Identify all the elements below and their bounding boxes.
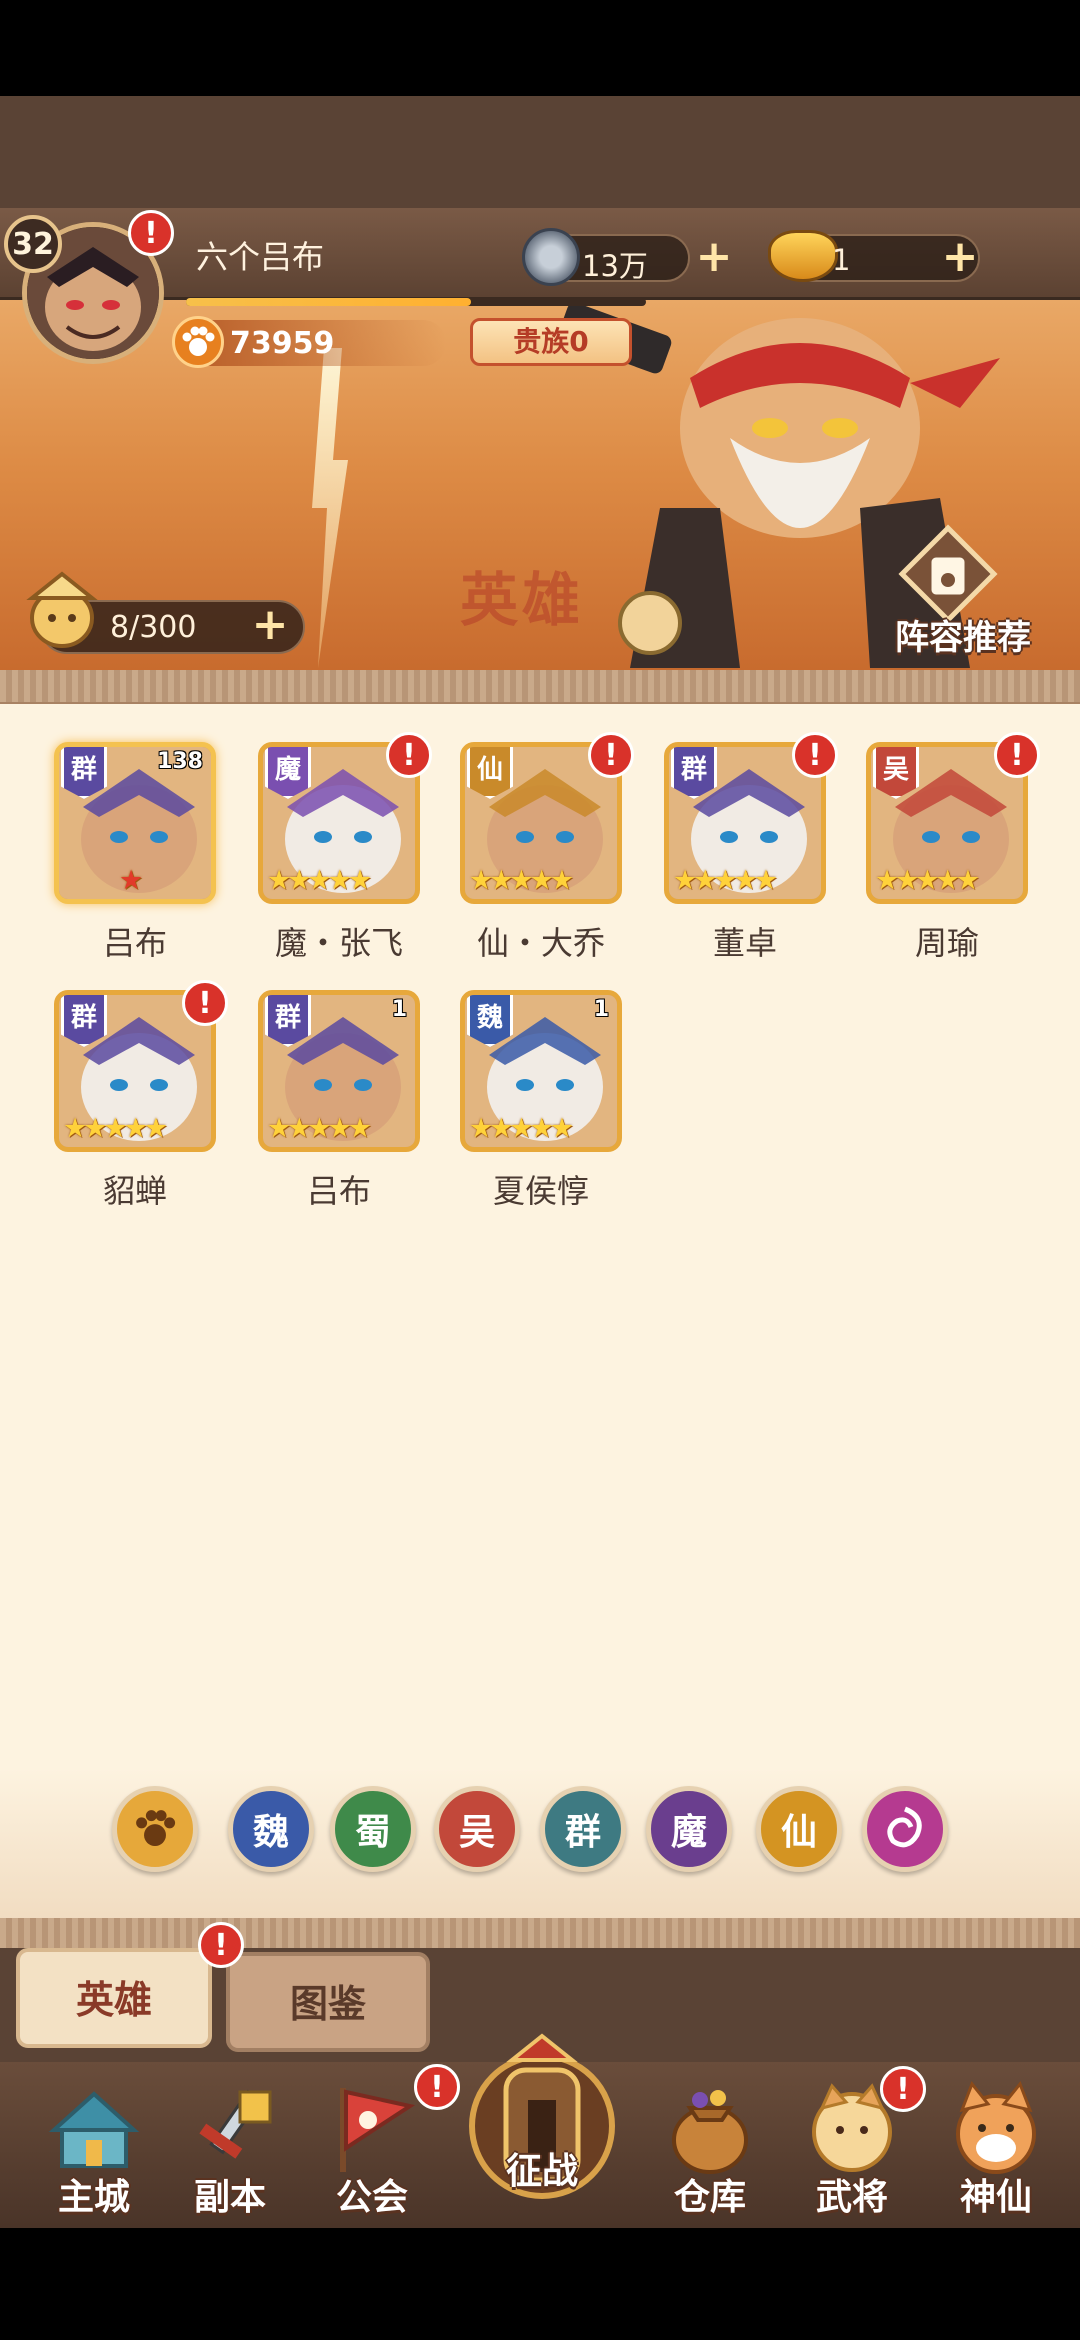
spirit-icon	[887, 1806, 922, 1848]
lineup-recommend-icon[interactable]	[898, 524, 998, 624]
power-value: 73959	[230, 326, 335, 361]
nav-warehouse-label: 仓库	[673, 2177, 746, 2218]
bottom-divider	[0, 1918, 1080, 1948]
nav-immortal[interactable]: 神仙	[926, 2072, 1066, 2222]
hero-star-rating: ★★★★★	[63, 1113, 168, 1144]
lineup-recommend-label[interactable]: 阵容推荐	[895, 610, 1031, 659]
nav-immortal-label: 神仙	[959, 2177, 1032, 2218]
nav-main-city-label: 主城	[57, 2177, 130, 2218]
hero-name: 吕布	[102, 924, 167, 962]
hero-name: 周瑜	[914, 924, 979, 962]
nav-generals-alert-icon: !	[880, 2066, 926, 2112]
hero-star-rating: ★★★★★	[469, 865, 574, 896]
hero-alert-icon: !	[386, 732, 432, 778]
hero-name: 貂蝉	[102, 1172, 167, 1210]
player-name: 六个吕布	[196, 238, 325, 276]
hero-name: 仙・大乔	[476, 924, 605, 962]
hero-card[interactable]: 群1★★★★★	[258, 990, 420, 1152]
roster-head-icon	[26, 571, 98, 648]
add-gold-button[interactable]: +	[940, 235, 980, 279]
gold-amount: 1	[832, 243, 851, 277]
hero-level: 138	[157, 749, 203, 774]
hero-star-rating: ★★★★★	[875, 865, 980, 896]
hero-name: 董卓	[712, 924, 777, 962]
filter-faction-button[interactable]: 仙	[756, 1786, 842, 1872]
top-spacer	[0, 96, 1080, 208]
hero-alert-icon: !	[994, 732, 1040, 778]
status-bar-area	[0, 0, 1080, 96]
tab-codex[interactable]: 图鉴	[226, 1952, 430, 2052]
coins-amount: 13万	[582, 249, 648, 283]
nav-guild-label: 公会	[335, 2177, 408, 2218]
coin-icon	[522, 228, 580, 286]
hero-card[interactable]: 魏 1 ★★★★★	[460, 990, 622, 1152]
hero-level: 1	[593, 997, 609, 1022]
noble-rank-button[interactable]: 贵族0	[470, 318, 632, 366]
hero-star-rating: ★★★★★	[267, 865, 372, 896]
nav-dungeon-label: 副本	[193, 2177, 266, 2218]
filter-faction-button[interactable]: 吴	[434, 1786, 520, 1872]
hero-name: 夏侯惇	[492, 1172, 589, 1210]
hero-alert-icon: !	[182, 980, 228, 1026]
sword-icon	[199, 2089, 272, 2159]
castle-icon	[48, 2091, 140, 2168]
hero-star-rating: ★★★★★	[469, 1113, 574, 1144]
hero-star-rating: ★	[119, 865, 143, 896]
avatar-alert-icon: !	[128, 210, 174, 256]
paw-icon	[136, 1810, 176, 1847]
nav-main-city[interactable]: 主城	[24, 2072, 164, 2222]
filter-spirit-button[interactable]	[862, 1786, 948, 1872]
immortal-cat-icon	[956, 2081, 1036, 2174]
hero-alert-icon: !	[588, 732, 634, 778]
hero-name: 魔・张飞	[274, 924, 403, 962]
filter-faction-button[interactable]: 蜀	[330, 1786, 416, 1872]
hero-star-rating: ★★★★★	[673, 865, 778, 896]
nav-generals-label: 武将	[815, 2177, 888, 2218]
hero-name: 吕布	[306, 1172, 371, 1210]
nav-warehouse[interactable]: 仓库	[640, 2072, 780, 2222]
nav-campaign-label: 征战	[505, 2151, 578, 2192]
filter-faction-button[interactable]: 魏	[228, 1786, 314, 1872]
filter-all-button[interactable]	[112, 1786, 198, 1872]
filter-faction-button[interactable]: 群	[540, 1786, 626, 1872]
hero-card[interactable]: 群 138 ★	[54, 742, 216, 904]
roster-count: 8/300	[110, 610, 197, 645]
treasure-bag-icon	[672, 2090, 748, 2174]
tab-heroes[interactable]: 英雄	[16, 1948, 212, 2048]
guild-flag-icon	[340, 2088, 416, 2172]
player-xp-bar	[186, 298, 646, 306]
header-divider	[0, 670, 1080, 704]
gold-ingot-icon	[768, 230, 838, 282]
lightning-decoration	[312, 348, 348, 668]
add-coins-button[interactable]: +	[694, 235, 734, 279]
expand-roster-button[interactable]: +	[250, 603, 290, 647]
nav-dungeon[interactable]: 副本	[160, 2072, 300, 2222]
nav-campaign[interactable]: 征战	[452, 2030, 632, 2230]
hero-alert-icon: !	[792, 732, 838, 778]
hero-star-rating: ★★★★★	[267, 1113, 372, 1144]
hero-level: 1	[391, 997, 407, 1022]
player-xp-fill	[186, 298, 472, 306]
tab-heroes-alert-icon: !	[198, 1922, 244, 1968]
player-level-badge: 32	[4, 215, 62, 273]
system-nav-bar	[0, 2228, 1080, 2340]
filter-faction-button[interactable]: 魔	[646, 1786, 732, 1872]
power-paw-icon	[172, 316, 224, 368]
